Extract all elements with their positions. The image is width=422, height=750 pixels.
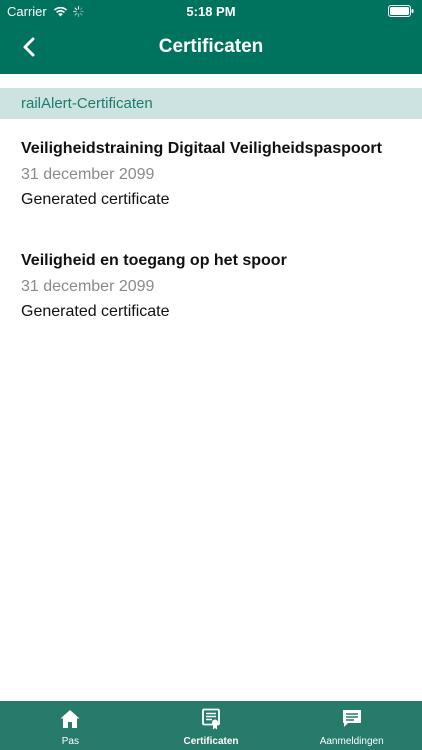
certificate-status: Generated certificate (21, 191, 170, 208)
certificate-title: Veiligheidstraining Digitaal Veiligheids… (21, 140, 382, 157)
certificate-title: Veiligheid en toegang op het spoor (21, 252, 287, 269)
certificate-list: Veiligheidstraining Digitaal Veiligheids… (0, 119, 422, 343)
certificate-item[interactable]: Veiligheidstraining Digitaal Veiligheids… (0, 119, 422, 231)
chat-bubble-icon (342, 710, 361, 727)
page-title: Certificaten (158, 36, 264, 57)
certificate-icon (202, 708, 220, 730)
tab-label: Pas (61, 736, 79, 747)
status-time: 5:18 PM (186, 4, 236, 19)
certificate-date: 31 december 2099 (21, 278, 155, 295)
certificate-status: Generated certificate (21, 303, 170, 320)
section-header: railAlert-Certificaten (0, 88, 422, 119)
section-title: railAlert-Certificaten (21, 95, 153, 112)
certificate-item[interactable]: Veiligheid en toegang op het spoor 31 de… (0, 231, 422, 343)
tab-label: Aanmeldingen (319, 736, 384, 747)
tab-aanmeldingen[interactable]: Aanmeldingen (281, 701, 422, 750)
tab-bar: Pas Certificaten Aanmeldingen (0, 701, 422, 750)
navigation-bar: Certificaten (0, 22, 422, 74)
certificate-date: 31 december 2099 (21, 166, 155, 183)
home-icon (60, 710, 80, 728)
status-bar: Carrier 5:18 PM (0, 0, 422, 22)
tab-certificaten[interactable]: Certificaten (141, 701, 282, 750)
tab-pas[interactable]: Pas (0, 701, 141, 750)
tab-label: Certificaten (183, 736, 239, 747)
battery-icon (388, 5, 414, 17)
app-header: Carrier 5:18 PM Certificaten (0, 0, 422, 74)
